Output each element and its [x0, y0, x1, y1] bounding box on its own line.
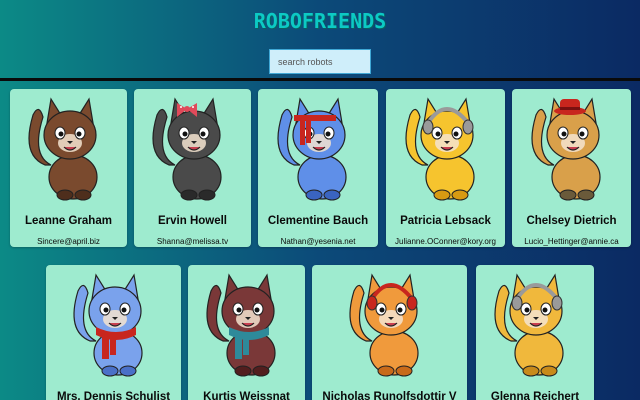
robot-avatar-image [512, 95, 631, 203]
app-title: ROBOFRIENDS [253, 9, 387, 33]
robot-card[interactable]: Chelsey Dietrich Lucio_Hettinger@annie.ca [512, 89, 631, 247]
robot-name: Ervin Howell [157, 215, 228, 227]
robot-avatar-image [10, 95, 127, 203]
robot-name: Chelsey Dietrich [526, 215, 617, 227]
robot-name: Leanne Graham [25, 215, 112, 227]
search-input[interactable] [269, 49, 371, 74]
robot-name: Patricia Lebsack [400, 215, 491, 227]
robot-email: Lucio_Hettinger@annie.ca [524, 237, 619, 246]
robot-card[interactable]: Mrs. Dennis Schulist [46, 265, 181, 400]
robot-avatar-image [134, 95, 251, 203]
robot-avatar-image [188, 271, 305, 379]
robot-email: Julianne.OConner@kory.org [395, 237, 496, 246]
robot-name: Kurtis Weissnat [203, 391, 290, 400]
robot-name: Glenna Reichert [490, 391, 580, 400]
robot-card[interactable]: Leanne Graham Sincere@april.biz [10, 89, 127, 247]
robot-card[interactable]: Glenna Reichert [476, 265, 594, 400]
robot-avatar-image [476, 271, 594, 379]
robot-avatar-image [258, 95, 378, 203]
robot-card[interactable]: Ervin Howell Shanna@melissa.tv [134, 89, 251, 247]
robot-card[interactable]: Patricia Lebsack Julianne.OConner@kory.or… [386, 89, 505, 247]
robot-card[interactable]: Clementine Bauch Nathan@yesenia.net [258, 89, 378, 247]
robot-name: Mrs. Dennis Schulist [56, 391, 171, 400]
robot-card[interactable]: Kurtis Weissnat [188, 265, 305, 400]
robot-email: Shanna@melissa.tv [156, 237, 229, 246]
robot-email: Sincere@april.biz [37, 237, 100, 246]
robot-avatar-image [386, 95, 505, 203]
card-list[interactable]: Leanne Graham Sincere@april.biz Ervin How… [0, 78, 640, 400]
robot-email: Nathan@yesenia.net [280, 237, 356, 246]
robot-avatar-image [46, 271, 181, 379]
robot-avatar-image [312, 271, 467, 379]
robot-name: Clementine Bauch [267, 215, 369, 227]
robot-name: Nicholas Runolfsdottir V [322, 391, 457, 400]
robot-card[interactable]: Nicholas Runolfsdottir V [312, 265, 467, 400]
